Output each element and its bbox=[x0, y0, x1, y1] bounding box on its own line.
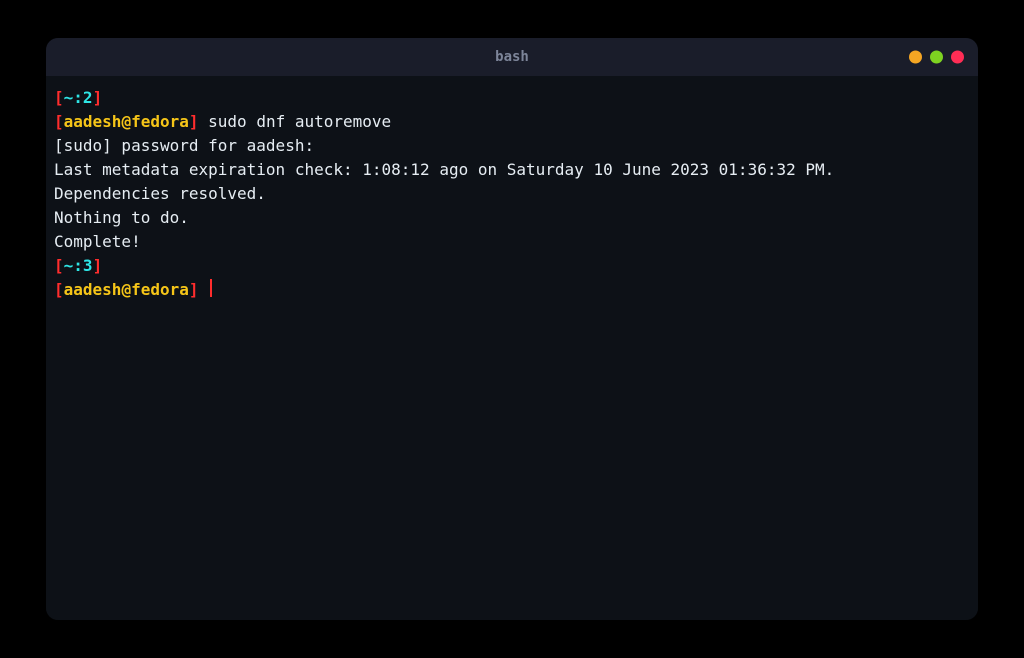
command-text: sudo dnf autoremove bbox=[199, 112, 392, 131]
bracket-open: [ bbox=[54, 88, 64, 107]
window-controls bbox=[909, 51, 964, 64]
output-line: Complete! bbox=[54, 230, 970, 254]
colon: : bbox=[73, 88, 83, 107]
history-num: 3 bbox=[83, 256, 93, 275]
output-line: [sudo] password for aadesh: bbox=[54, 134, 970, 158]
window-title: bash bbox=[495, 49, 529, 65]
output-line: Nothing to do. bbox=[54, 206, 970, 230]
output-line: Dependencies resolved. bbox=[54, 182, 970, 206]
maximize-icon[interactable] bbox=[930, 51, 943, 64]
cwd-tilde: ~ bbox=[64, 88, 74, 107]
host: fedora bbox=[131, 112, 189, 131]
at: @ bbox=[121, 280, 131, 299]
cursor-icon bbox=[210, 279, 212, 297]
output-line: Last metadata expiration check: 1:08:12 … bbox=[54, 158, 970, 182]
bracket-close: ] bbox=[189, 280, 199, 299]
close-icon[interactable] bbox=[951, 51, 964, 64]
at: @ bbox=[121, 112, 131, 131]
bracket-close: ] bbox=[93, 256, 103, 275]
host: fedora bbox=[131, 280, 189, 299]
titlebar: bash bbox=[46, 38, 978, 76]
prompt-context-2: [~:3] bbox=[54, 254, 970, 278]
user: aadesh bbox=[64, 112, 122, 131]
minimize-icon[interactable] bbox=[909, 51, 922, 64]
user: aadesh bbox=[64, 280, 122, 299]
history-num: 2 bbox=[83, 88, 93, 107]
cwd-tilde: ~ bbox=[64, 256, 74, 275]
prompt-context-1: [~:2] bbox=[54, 86, 970, 110]
bracket-close: ] bbox=[189, 112, 199, 131]
prompt-line-2: [aadesh@fedora] bbox=[54, 278, 970, 302]
colon: : bbox=[73, 256, 83, 275]
bracket-close: ] bbox=[93, 88, 103, 107]
bracket-open: [ bbox=[54, 256, 64, 275]
prompt-line-1: [aadesh@fedora] sudo dnf autoremove bbox=[54, 110, 970, 134]
terminal-window: bash [~:2] [aadesh@fedora] sudo dnf auto… bbox=[46, 38, 978, 620]
spacer bbox=[199, 280, 209, 299]
bracket-open: [ bbox=[54, 112, 64, 131]
terminal-body[interactable]: [~:2] [aadesh@fedora] sudo dnf autoremov… bbox=[46, 76, 978, 620]
bracket-open: [ bbox=[54, 280, 64, 299]
